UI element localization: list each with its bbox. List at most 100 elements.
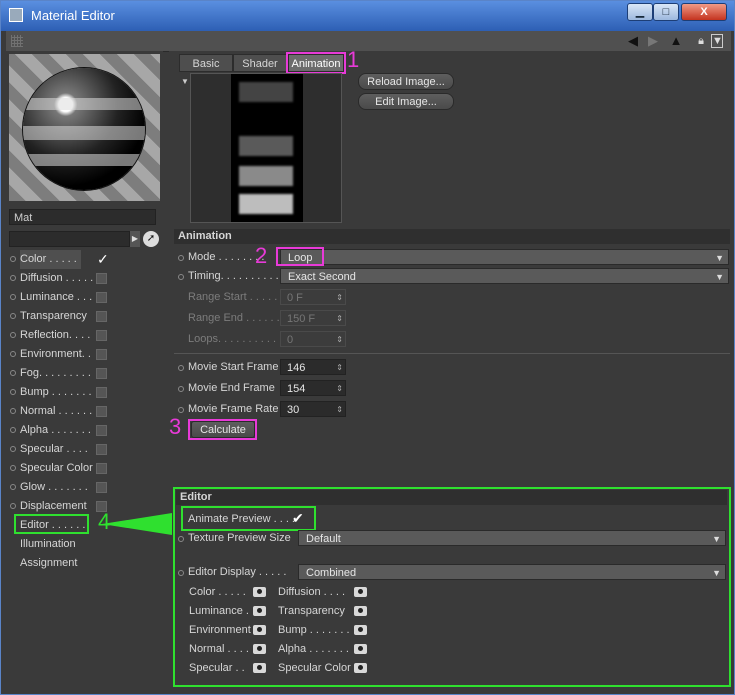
eye-icon[interactable] <box>354 587 367 597</box>
spinner-icon[interactable]: ⇕ <box>336 360 343 376</box>
channel-item[interactable]: Normal . . . . . . <box>6 402 163 421</box>
timing-dropdown[interactable]: Exact Second ▼ <box>280 268 729 284</box>
channel-dot <box>10 446 16 452</box>
reload-image-button[interactable]: Reload Image... <box>358 73 454 90</box>
channel-checkbox[interactable] <box>96 482 107 493</box>
channel-item[interactable]: Fog. . . . . . . . . <box>6 364 163 383</box>
sidebar-item-label: Illumination <box>20 538 76 550</box>
movie-end-field[interactable]: 154 ⇕ <box>280 380 346 396</box>
left-panel: Mat ▶ ➚ Color . . . . . ✓ Diffusion . . . … <box>6 51 163 691</box>
pin-icon[interactable]: ▼ <box>711 34 723 48</box>
sidebar-item[interactable]: Illumination <box>6 535 163 554</box>
eye-icon[interactable] <box>354 625 367 635</box>
channel-dot <box>10 503 16 509</box>
channel-checkbox[interactable] <box>96 273 107 284</box>
texture-preview-keyframe-dot[interactable] <box>178 536 184 542</box>
spinner-icon[interactable]: ⇕ <box>336 381 343 397</box>
close-button[interactable]: X <box>681 3 727 21</box>
timing-row: Timing. . . . . . . . . . Exact Second ▼ <box>174 267 730 286</box>
mode-dropdown[interactable]: Loop ▼ <box>280 249 729 265</box>
channel-checkbox[interactable] <box>96 444 107 455</box>
eye-icon[interactable] <box>253 606 266 616</box>
eye-icon[interactable] <box>354 606 367 616</box>
channel-dot <box>10 313 16 319</box>
display-item-label: Specular Color <box>278 662 351 674</box>
spinner-icon[interactable]: ⇕ <box>336 402 343 418</box>
editor-display-dropdown[interactable]: Combined ▼ <box>298 564 726 580</box>
timing-keyframe-dot[interactable] <box>178 274 184 280</box>
eye-icon[interactable] <box>253 663 266 673</box>
maximize-button[interactable]: □ <box>653 3 679 21</box>
channel-checkbox[interactable] <box>96 311 107 322</box>
range-start-value: 0 F <box>287 292 303 304</box>
channel-item[interactable]: Diffusion . . . . . <box>6 269 163 288</box>
chevron-down-icon: ▼ <box>712 568 721 578</box>
filter-arrow-icon[interactable]: ▶ <box>130 231 140 247</box>
picker-icon[interactable]: ➚ <box>143 231 159 247</box>
texture-preview-dropdown[interactable]: Default ▼ <box>298 530 726 546</box>
channel-checkbox[interactable] <box>96 406 107 417</box>
movie-rate-keyframe-dot[interactable] <box>178 407 184 413</box>
channel-dot <box>10 275 16 281</box>
channel-item[interactable]: Luminance . . . . <box>6 288 163 307</box>
eye-icon[interactable] <box>253 587 266 597</box>
movie-end-label: Movie End Frame <box>188 382 275 394</box>
spinner-icon: ⇕ <box>336 293 343 302</box>
channel-dot <box>10 427 16 433</box>
eye-icon[interactable] <box>253 644 266 654</box>
channel-dot <box>10 484 16 490</box>
channel-dot <box>10 370 16 376</box>
chevron-down-icon: ▼ <box>715 272 724 282</box>
channel-label: Glow . . . . . . . <box>20 481 88 493</box>
arrow-right-icon[interactable]: ▶ <box>646 33 660 49</box>
pointer-arrow-icon <box>102 513 172 535</box>
channel-item[interactable]: Specular Color <box>6 459 163 478</box>
app-icon <box>9 8 23 22</box>
lock-icon[interactable]: 🔒︎ <box>694 33 708 49</box>
channel-filter-input[interactable] <box>9 231 130 247</box>
movie-start-keyframe-dot[interactable] <box>178 365 184 371</box>
channel-checkbox[interactable] <box>96 368 107 379</box>
channel-label: Specular . . . . <box>20 443 88 455</box>
channel-checkbox[interactable] <box>96 292 107 303</box>
mode-keyframe-dot[interactable] <box>178 255 184 261</box>
channel-item[interactable]: Environment. . <box>6 345 163 364</box>
range-end-label: Range End . . . . . . <box>188 312 280 324</box>
arrow-up-icon[interactable]: ▲ <box>669 33 683 49</box>
sidebar-item[interactable]: Assignment <box>6 554 163 573</box>
channel-item[interactable]: Reflection. . . . <box>6 326 163 345</box>
editor-item-highlight <box>14 514 89 534</box>
eye-icon[interactable] <box>354 644 367 654</box>
channel-checkbox[interactable] <box>96 463 107 474</box>
channel-dot <box>10 389 16 395</box>
channel-checkbox[interactable] <box>96 330 107 341</box>
movie-rate-row: Movie Frame Rate 30 ⇕ <box>174 400 730 419</box>
eye-icon[interactable] <box>253 625 266 635</box>
channel-item[interactable]: Alpha . . . . . . . <box>6 421 163 440</box>
channel-item[interactable]: Specular . . . . <box>6 440 163 459</box>
title-bar[interactable]: Material Editor ▁ □ X <box>1 1 734 31</box>
channel-item[interactable]: Bump . . . . . . . <box>6 383 163 402</box>
movie-start-field[interactable]: 146 ⇕ <box>280 359 346 375</box>
channel-label: Normal . . . . . . <box>20 405 93 417</box>
grip-icon[interactable] <box>11 35 23 47</box>
tab-basic[interactable]: Basic <box>179 54 233 72</box>
channel-checkbox[interactable] <box>96 425 107 436</box>
material-preview[interactable] <box>9 54 160 201</box>
channel-checkbox[interactable]: ✓ <box>96 252 109 266</box>
channel-item[interactable]: Glow . . . . . . . <box>6 478 163 497</box>
channel-checkbox[interactable] <box>96 387 107 398</box>
editor-display-keyframe-dot[interactable] <box>178 570 184 576</box>
edit-image-button[interactable]: Edit Image... <box>358 93 454 110</box>
minimize-button[interactable]: ▁ <box>627 3 653 21</box>
material-name-field[interactable]: Mat <box>9 209 156 225</box>
channel-checkbox[interactable] <box>96 349 107 360</box>
tab-shader[interactable]: Shader <box>233 54 287 72</box>
channel-item[interactable]: Color . . . . . ✓ <box>6 250 163 269</box>
movie-rate-field[interactable]: 30 ⇕ <box>280 401 346 417</box>
eye-icon[interactable] <box>354 663 367 673</box>
channel-item[interactable]: Transparency <box>6 307 163 326</box>
movie-end-keyframe-dot[interactable] <box>178 386 184 392</box>
arrow-left-icon[interactable]: ◀ <box>626 33 640 49</box>
collapse-arrow-icon[interactable]: ▼ <box>181 77 189 86</box>
